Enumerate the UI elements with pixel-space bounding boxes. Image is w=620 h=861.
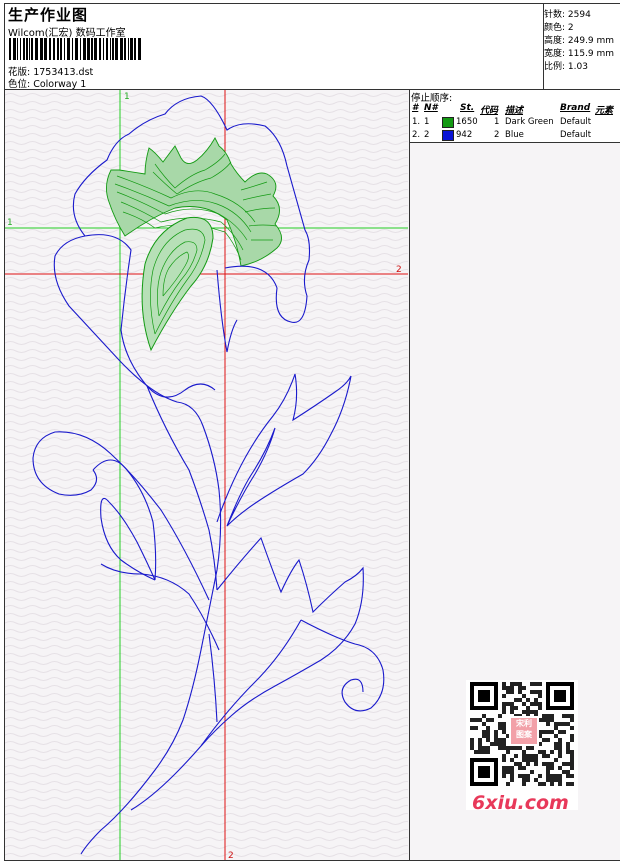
col-num: # [412, 103, 419, 113]
row-num: 2. [412, 130, 421, 140]
row-description: Blue [505, 130, 524, 140]
stop-sequence-title: 停止顺序: [411, 93, 453, 104]
row-brand: Default [560, 117, 592, 127]
red-vertical-guide-label: 2 [228, 851, 234, 860]
col-needle: N# [424, 103, 438, 113]
col-brand: Brand [560, 103, 591, 113]
col-code: 代码 [480, 106, 499, 116]
color-count: 颜色: 2 [544, 23, 574, 33]
color-swatch [442, 130, 454, 141]
design-canvas[interactable]: 1 1 2 2 [5, 90, 408, 860]
embroidery-preview: 1 1 2 2 [5, 90, 408, 860]
row-needle: 2 [424, 130, 430, 140]
qr-code-watermark: 宋利 图案 [466, 680, 578, 810]
col-element: 元素 [595, 106, 614, 116]
studio-name: Wilcom(汇宏) 数码工作室 [8, 28, 126, 39]
red-horizontal-guide-label: 2 [396, 265, 402, 275]
stitch-count: 针数: 2594 [544, 10, 591, 20]
colorway-label: 色位: Colorway 1 [8, 79, 87, 90]
row-needle: 1 [424, 117, 430, 127]
row-stitches: 942 [456, 130, 473, 140]
row-num: 1. [412, 117, 421, 127]
sheet-title: 生产作业图 [8, 6, 89, 24]
row-brand: Default [560, 130, 592, 140]
green-vertical-guide-label: 1 [124, 92, 130, 102]
sheet-header: 生产作业图 Wilcom(汇宏) 数码工作室 花版: 1753413.dst 色… [5, 4, 620, 90]
row-code: 1 [494, 117, 500, 127]
barcode [9, 38, 141, 60]
row-description: Dark Green [505, 117, 554, 127]
stop-sequence-table: 停止顺序: # N# St. 代码 描述 Brand 元素 1. 1 1650 … [410, 90, 620, 143]
col-description: 描述 [505, 106, 524, 116]
row-stitches: 1650 [456, 117, 478, 127]
design-height: 高度: 249.9 mm [544, 36, 615, 46]
design-scale: 比例: 1.03 [544, 62, 588, 72]
row-code: 2 [494, 130, 500, 140]
design-width: 宽度: 115.9 mm [544, 49, 615, 59]
stamp-logo: 宋利 图案 [509, 716, 539, 746]
green-horizontal-guide-label: 1 [7, 218, 13, 228]
color-swatch [442, 117, 454, 128]
watermark-site: 6xiu.com [472, 792, 569, 814]
col-stitches: St. [460, 103, 475, 113]
design-stats: 针数: 2594 颜色: 2 高度: 249.9 mm 宽度: 115.9 mm… [543, 4, 620, 89]
